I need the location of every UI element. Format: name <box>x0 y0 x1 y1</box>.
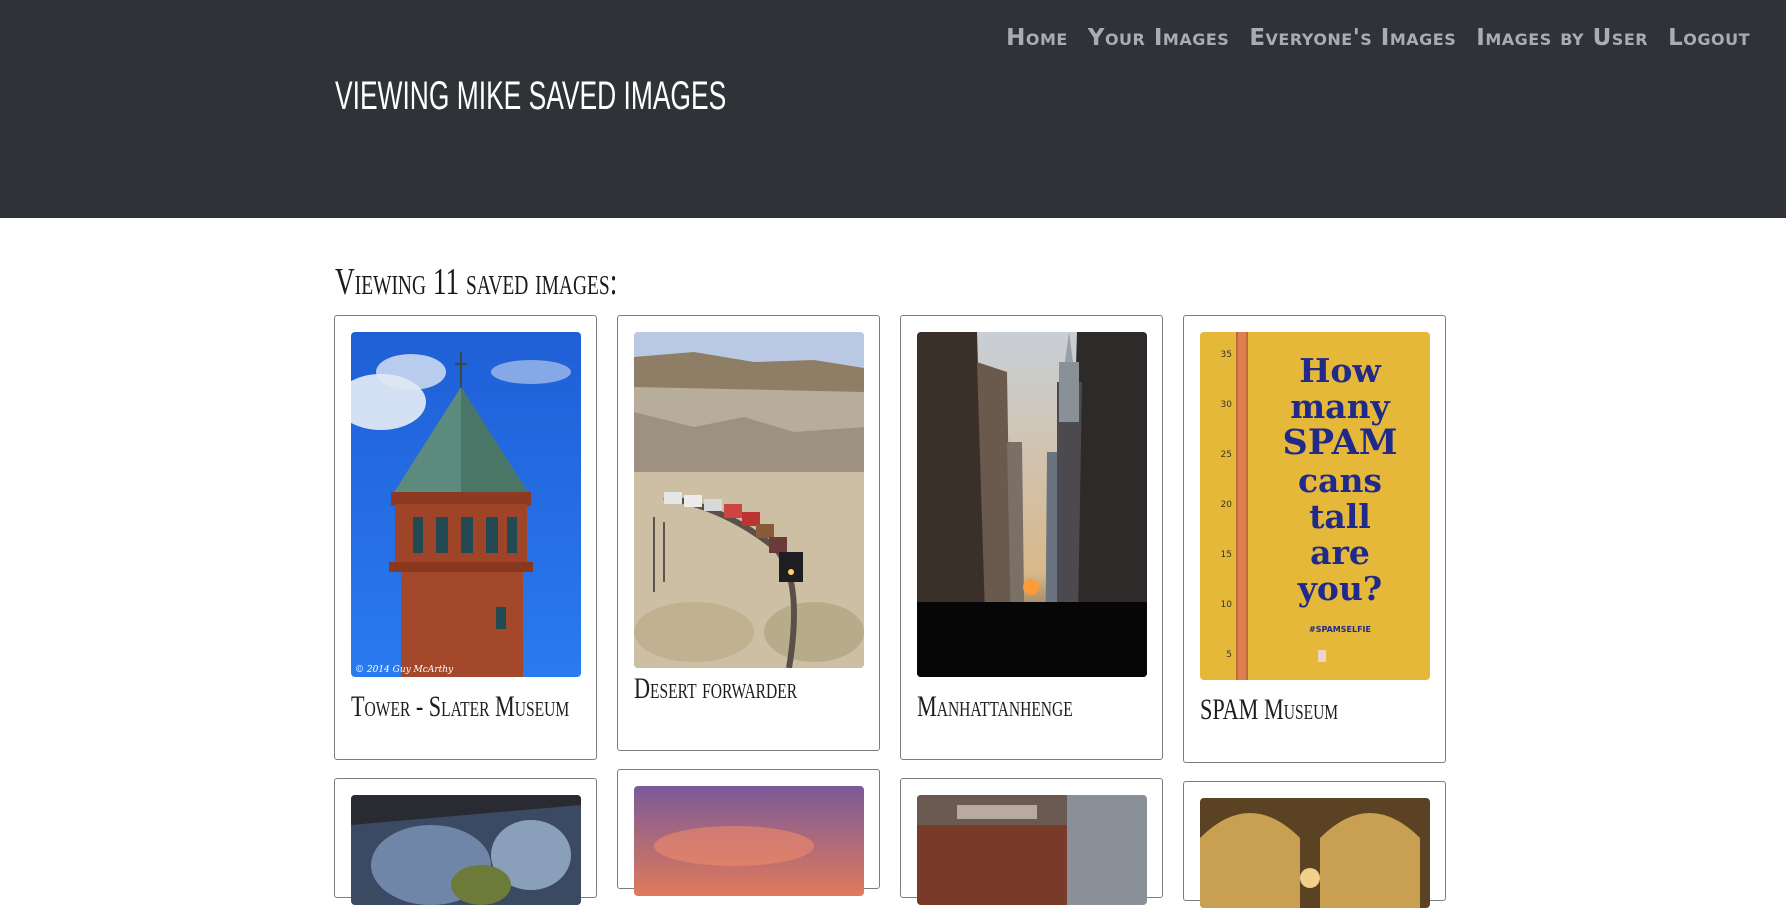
manhattanhenge-photo <box>917 332 1147 677</box>
ruler-mark: 10 <box>1221 600 1233 610</box>
sign-line: cans <box>1298 461 1382 500</box>
nav-item-logout: Logout <box>1668 22 1750 54</box>
image-card[interactable]: 35 30 25 20 15 10 5 How many SPAM cans t… <box>1183 315 1446 763</box>
image-caption: Tower - Slater Museum <box>351 690 570 723</box>
ruler-mark: 15 <box>1221 550 1232 560</box>
image-thumbnail[interactable] <box>917 332 1147 677</box>
image-caption: Desert forwarder <box>634 672 798 705</box>
ruler-mark: 25 <box>1221 450 1232 460</box>
ruler-mark: 5 <box>1226 650 1232 660</box>
image-card[interactable]: Desert forwarder <box>617 315 880 751</box>
nav-link-everyones-images[interactable]: Everyone's Images <box>1249 22 1456 54</box>
image-thumbnail[interactable]: 35 30 25 20 15 10 5 How many SPAM cans t… <box>1200 332 1430 680</box>
brick-building-photo <box>917 795 1147 905</box>
image-thumbnail[interactable] <box>1200 798 1430 908</box>
nav-item-your-images: Your Images <box>1088 22 1230 54</box>
image-card[interactable]: © 2014 Guy McArthy Tower - Slater Museum <box>334 315 597 760</box>
sunset-sky-photo <box>634 786 864 896</box>
image-card[interactable] <box>617 769 880 896</box>
sign-line: SPAM <box>1283 422 1398 463</box>
tower-photo: © 2014 Guy McArthy <box>351 332 581 677</box>
image-thumbnail[interactable] <box>634 786 864 896</box>
nav-item-images-by-user: Images by User <box>1476 22 1648 54</box>
image-card[interactable] <box>334 778 597 905</box>
site-header: Home Your Images Everyone's Images Image… <box>0 0 1786 218</box>
saved-images-count-heading: Viewing 11 saved images: <box>335 261 618 303</box>
image-thumbnail[interactable] <box>634 332 864 668</box>
watermark-text: © 2014 Guy McArthy <box>355 665 454 675</box>
image-card[interactable] <box>1183 781 1446 908</box>
nav-link-your-images[interactable]: Your Images <box>1088 22 1230 54</box>
image-caption: Manhattanhenge <box>917 690 1073 723</box>
ruler-mark: 30 <box>1221 400 1233 410</box>
main-nav: Home Your Images Everyone's Images Image… <box>1006 22 1750 54</box>
sign-line: are <box>1310 533 1370 572</box>
nav-item-home: Home <box>1006 22 1068 54</box>
ruler-mark: 35 <box>1221 350 1232 360</box>
image-thumbnail[interactable] <box>917 795 1147 905</box>
sign-line: many <box>1290 387 1390 426</box>
ornate-interior-photo <box>1200 798 1430 908</box>
art-gallery-photo <box>351 795 581 905</box>
sign-line: you? <box>1297 569 1383 608</box>
image-thumbnail[interactable]: © 2014 Guy McArthy <box>351 332 581 677</box>
sign-line: How <box>1299 351 1382 390</box>
sign-line: tall <box>1309 497 1371 536</box>
image-card[interactable] <box>900 778 1163 905</box>
nav-link-images-by-user[interactable]: Images by User <box>1476 22 1648 54</box>
desert-train-photo <box>634 332 864 668</box>
spam-museum-photo: 35 30 25 20 15 10 5 How many SPAM cans t… <box>1200 332 1430 680</box>
image-caption: SPAM Museum <box>1200 693 1339 726</box>
nav-item-everyones-images: Everyone's Images <box>1249 22 1456 54</box>
nav-link-home[interactable]: Home <box>1006 22 1068 54</box>
page-title: VIEWING MIKE SAVED IMAGES <box>335 74 727 118</box>
hashtag-text: #SPAMSELFIE <box>1309 625 1371 634</box>
nav-link-logout[interactable]: Logout <box>1668 22 1750 54</box>
image-card[interactable]: Manhattanhenge <box>900 315 1163 760</box>
image-thumbnail[interactable] <box>351 795 581 905</box>
ruler-mark: 20 <box>1221 500 1233 510</box>
